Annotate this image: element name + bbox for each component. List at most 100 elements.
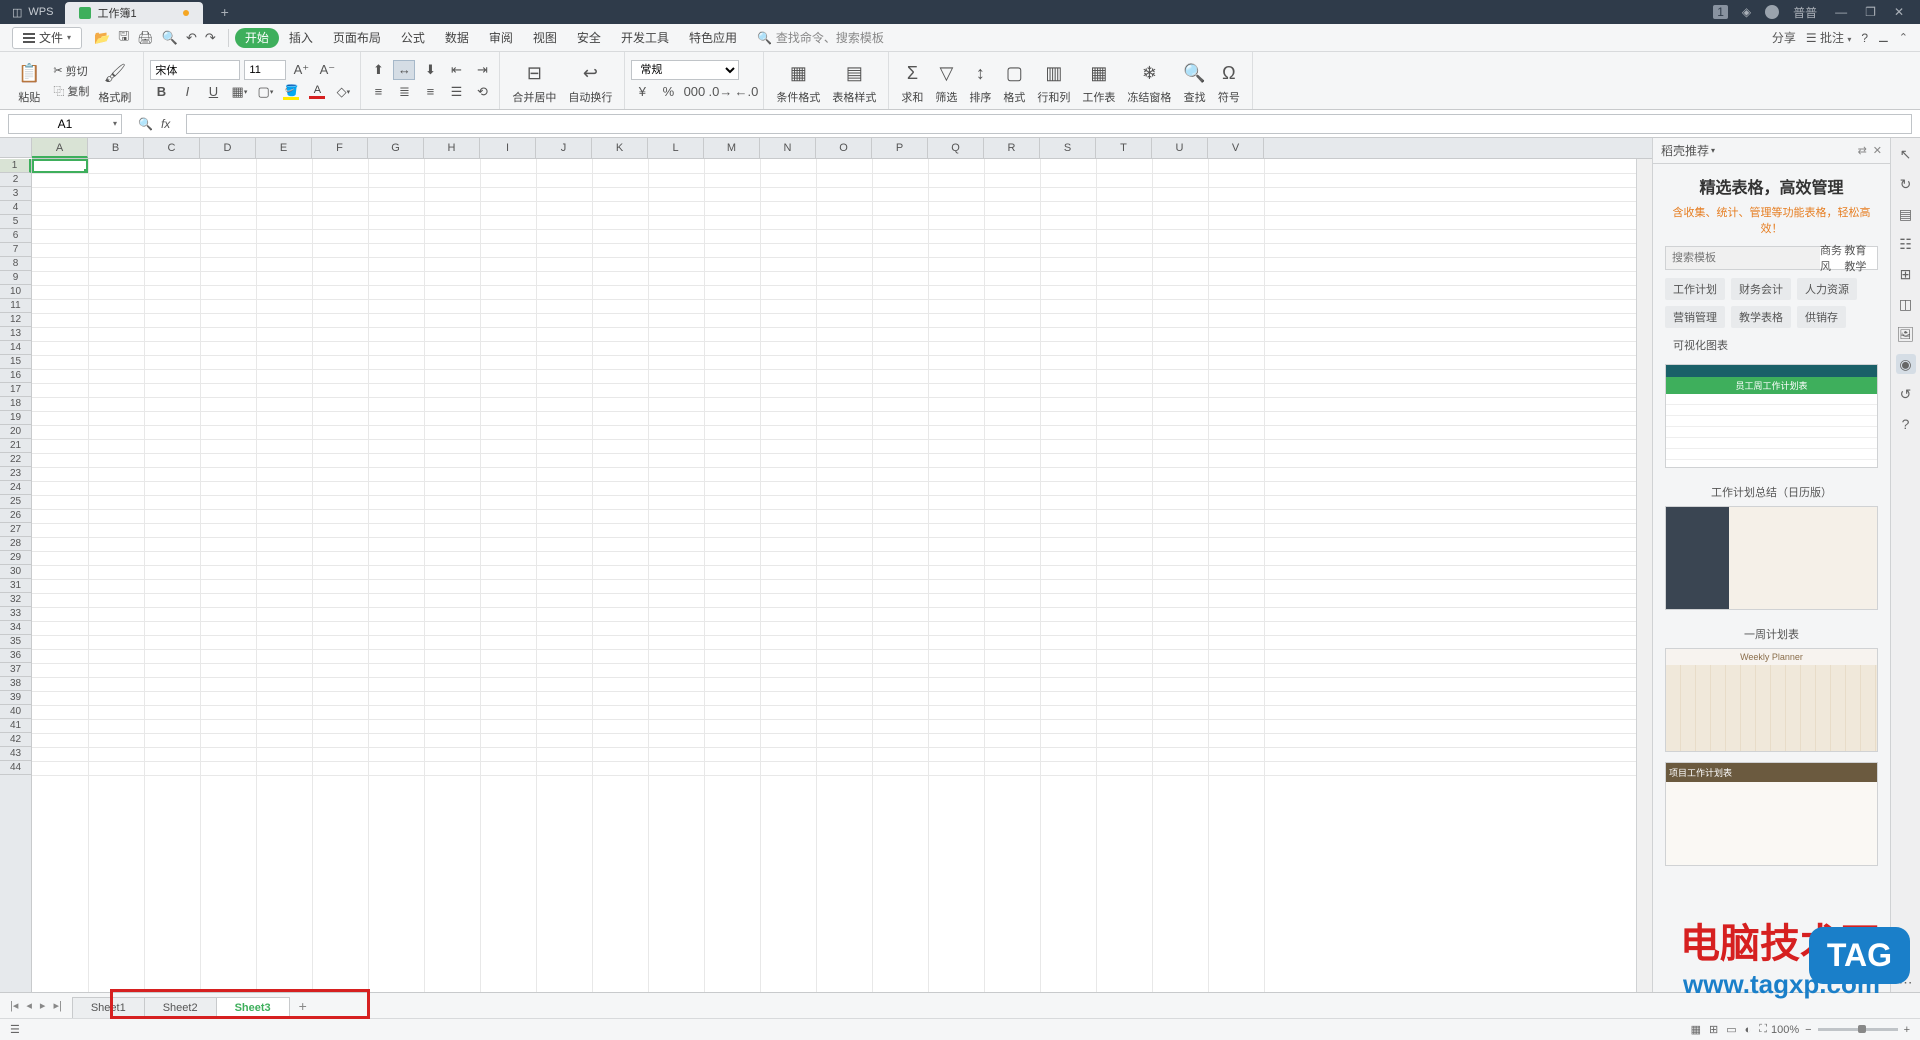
increase-decimal-icon[interactable]: .0→ [709, 82, 731, 102]
sum-button[interactable]: Σ求和 [895, 52, 929, 109]
col-header[interactable]: S [1040, 138, 1096, 158]
row-header[interactable]: 32 [0, 593, 31, 607]
menu-审阅[interactable]: 审阅 [479, 24, 523, 52]
row-header[interactable]: 38 [0, 677, 31, 691]
template-icon[interactable]: ◉ [1896, 354, 1916, 374]
row-header[interactable]: 10 [0, 285, 31, 299]
row-header[interactable]: 15 [0, 355, 31, 369]
row-header[interactable]: 24 [0, 481, 31, 495]
row-header[interactable]: 37 [0, 663, 31, 677]
align-center-icon[interactable]: ≣ [393, 82, 415, 102]
prev-sheet-icon[interactable]: ◂ [24, 999, 34, 1012]
row-header[interactable]: 20 [0, 425, 31, 439]
row-header[interactable]: 43 [0, 747, 31, 761]
print-icon[interactable]: 🖨 [137, 30, 154, 46]
align-right-icon[interactable]: ≡ [419, 82, 441, 102]
command-search[interactable]: 🔍 查找命令、搜索模板 [747, 29, 894, 46]
row-header[interactable]: 29 [0, 551, 31, 565]
symbol-button[interactable]: Ω符号 [1212, 52, 1246, 109]
fullscreen-icon[interactable]: ⛶ [1755, 1023, 1771, 1036]
new-tab-button[interactable]: + [213, 4, 237, 20]
more-icon[interactable]: ⋯ [1896, 972, 1916, 992]
wrap-text-button[interactable]: ↩自动换行 [562, 52, 618, 109]
font-color-icon[interactable]: A [306, 84, 328, 99]
align-middle-icon[interactable]: ↔ [393, 60, 415, 80]
template-card[interactable]: 项目工作计划表 [1665, 762, 1878, 866]
col-header[interactable]: J [536, 138, 592, 158]
indent-decrease-icon[interactable]: ⇤ [445, 60, 467, 80]
notification-badge[interactable]: 1 [1713, 5, 1728, 19]
template-search[interactable]: 商务风教育教学 [1665, 246, 1878, 270]
row-header[interactable]: 41 [0, 719, 31, 733]
minimize-button[interactable]: — [1831, 5, 1851, 19]
help-icon[interactable]: ? [1861, 31, 1868, 45]
col-header[interactable]: T [1096, 138, 1152, 158]
menu-开发工具[interactable]: 开发工具 [611, 24, 679, 52]
row-header[interactable]: 14 [0, 341, 31, 355]
col-header[interactable]: G [368, 138, 424, 158]
add-sheet-button[interactable]: + [289, 998, 317, 1014]
font-name-select[interactable] [150, 60, 240, 80]
row-header[interactable]: 25 [0, 495, 31, 509]
image-icon[interactable]: 🖼 [1896, 324, 1916, 344]
row-col-button[interactable]: ▥行和列 [1031, 52, 1076, 109]
col-header[interactable]: V [1208, 138, 1264, 158]
template-card[interactable] [1665, 506, 1878, 610]
refresh-icon[interactable]: ↻ [1896, 174, 1916, 194]
table-style-button[interactable]: ▤表格样式 [826, 52, 882, 109]
select-tool-icon[interactable]: ↖ [1896, 144, 1916, 164]
format-menu-button[interactable]: ▢格式 [997, 52, 1031, 109]
conditional-format-button[interactable]: ▦条件格式 [770, 52, 826, 109]
redo-icon[interactable]: ↷ [205, 30, 216, 46]
status-menu-icon[interactable]: ☰ [10, 1023, 20, 1036]
help-panel-icon[interactable]: ? [1896, 414, 1916, 434]
row-header[interactable]: 2 [0, 173, 31, 187]
number-format-select[interactable]: 常规 [631, 60, 739, 80]
save-icon[interactable]: 🖫 [118, 27, 129, 49]
menu-开始[interactable]: 开始 [235, 28, 279, 48]
row-header[interactable]: 17 [0, 383, 31, 397]
row-header[interactable]: 6 [0, 229, 31, 243]
row-header[interactable]: 3 [0, 187, 31, 201]
underline-icon[interactable]: U [202, 82, 224, 102]
comment-button[interactable]: ☰ 批注 ▾ [1806, 29, 1851, 46]
increase-font-icon[interactable]: A⁺ [290, 60, 312, 80]
row-header[interactable]: 19 [0, 411, 31, 425]
fx-icon[interactable]: fx [161, 117, 170, 131]
find-button[interactable]: 🔍查找 [1177, 52, 1211, 109]
clear-format-icon[interactable]: ◇▾ [332, 82, 354, 102]
row-header[interactable]: 22 [0, 453, 31, 467]
reading-view-icon[interactable]: ▭ [1722, 1023, 1740, 1036]
row-header[interactable]: 30 [0, 565, 31, 579]
row-header[interactable]: 8 [0, 257, 31, 271]
last-sheet-icon[interactable]: ▸| [51, 999, 63, 1012]
panel-settings-icon[interactable]: ⇄ [1858, 144, 1867, 157]
row-header[interactable]: 26 [0, 509, 31, 523]
sheet-tab[interactable]: Sheet3 [216, 997, 290, 1018]
col-header[interactable]: N [760, 138, 816, 158]
row-header[interactable]: 40 [0, 705, 31, 719]
eye-mode-icon[interactable]: ◐ [1741, 1024, 1756, 1036]
col-header[interactable]: P [872, 138, 928, 158]
decrease-font-icon[interactable]: A⁻ [316, 60, 338, 80]
print-preview-icon[interactable]: 🔍 [162, 30, 178, 46]
col-header[interactable]: I [480, 138, 536, 158]
row-header[interactable]: 27 [0, 523, 31, 537]
zoom-level[interactable]: 100% [1771, 1024, 1799, 1036]
freeze-button[interactable]: ❄冻结窗格 [1121, 52, 1177, 109]
name-box[interactable]: A1▾ [8, 114, 122, 134]
menu-视图[interactable]: 视图 [523, 24, 567, 52]
menu-特色应用[interactable]: 特色应用 [679, 24, 747, 52]
history-icon[interactable]: ↺ [1896, 384, 1916, 404]
file-menu-button[interactable]: 文件 ▾ [12, 27, 82, 49]
italic-icon[interactable]: I [176, 82, 198, 102]
orientation-icon[interactable]: ⟲ [471, 82, 493, 102]
bold-icon[interactable]: B [150, 82, 172, 102]
filter-button[interactable]: ▽筛选 [929, 52, 963, 109]
fill-color-icon[interactable]: 🪣 [280, 84, 302, 100]
template-tag[interactable]: 营销管理 [1665, 306, 1725, 328]
template-tag[interactable]: 教学表格 [1731, 306, 1791, 328]
vertical-scrollbar[interactable] [1636, 159, 1652, 992]
zoom-in-icon[interactable]: + [1904, 1024, 1910, 1036]
style-panel-icon[interactable]: ▤ [1896, 204, 1916, 224]
